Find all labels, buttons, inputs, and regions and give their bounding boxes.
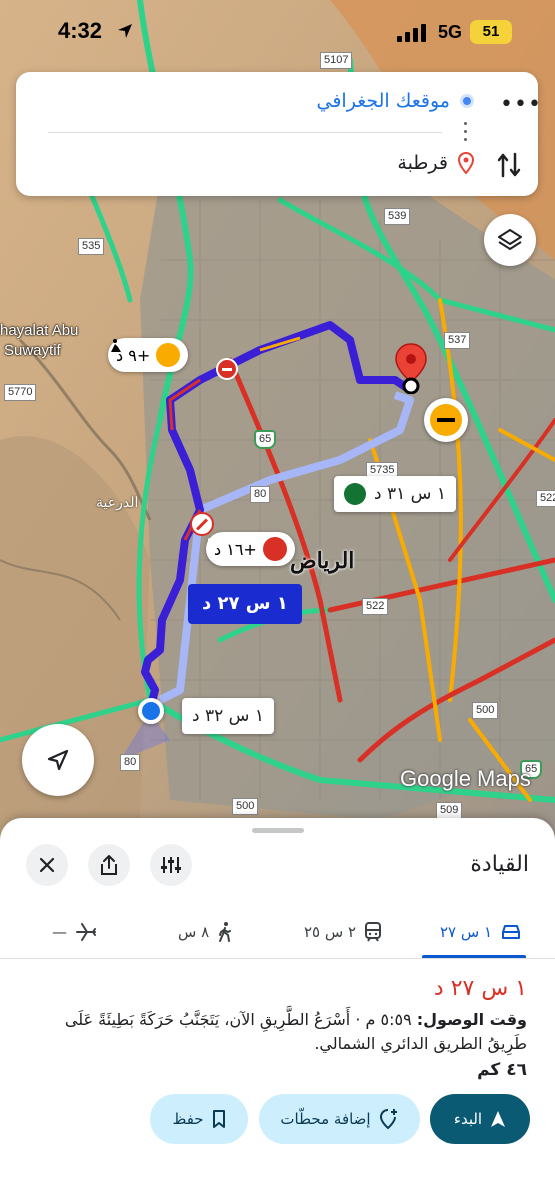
layers-button[interactable]	[484, 214, 536, 266]
origin-row[interactable]: موقعك الجغرافي	[317, 90, 474, 112]
share-button[interactable]	[88, 844, 130, 886]
close-button[interactable]	[26, 844, 68, 886]
start-label: البدء	[453, 1110, 483, 1128]
current-location-icon	[138, 698, 164, 724]
add-stops-label: إضافة محطّات	[280, 1110, 371, 1128]
layers-icon	[498, 229, 522, 250]
road-closed-icon[interactable]	[190, 512, 214, 536]
road-shield: 522	[536, 490, 555, 507]
recenter-button[interactable]	[22, 724, 94, 796]
start-button[interactable]: البدء	[430, 1094, 530, 1144]
location-services-icon	[116, 22, 134, 44]
network-type: 5G	[438, 22, 463, 42]
destination-row[interactable]: قرطبة	[397, 152, 474, 174]
eco-leaf-icon	[336, 478, 366, 505]
road-shield: 509	[436, 802, 463, 819]
cellular-signal-icon	[397, 24, 427, 46]
roadworks-incident[interactable]: +٩ د	[108, 338, 189, 372]
origin-field[interactable]: موقعك الجغرافي	[317, 90, 450, 112]
destination-pin-icon	[458, 152, 474, 174]
tune-icon	[161, 857, 181, 873]
driving-duration: ١ س ٢٧	[440, 923, 493, 941]
status-time: 4:32	[58, 18, 103, 43]
field-divider	[48, 132, 442, 133]
airplane-icon	[76, 923, 96, 941]
road-closed-icon[interactable]	[216, 358, 238, 380]
tabs-divider	[0, 958, 555, 959]
tab-transit[interactable]: ٢ س ٢٥	[304, 906, 382, 958]
route-alt-2-bubble[interactable]: ١ س ٣٢ د	[182, 698, 274, 734]
road-shield: 5770	[4, 384, 37, 401]
arrival-label: وقت الوصول:	[416, 1010, 527, 1029]
tab-driving[interactable]: ١ س ٢٧	[440, 906, 522, 958]
road-shield: 522	[362, 598, 389, 615]
roadworks-icon	[111, 339, 181, 367]
road-shield: 80	[250, 486, 271, 503]
road-shield: 80	[120, 754, 141, 771]
place-label-line1: hayalat Abu	[0, 322, 79, 339]
road-shield: 65	[254, 430, 277, 449]
route-description: وقت الوصول: ٥:٥٩ م · أَسْرَعُ الطَّرِيقِ…	[27, 1008, 527, 1056]
walking-duration: ٨ س	[178, 923, 210, 941]
road-closed-marker-icon[interactable]	[424, 398, 468, 442]
travel-mode-tabs: ١ س ٢٧ ٢ س ٢٥ ٨ س —	[0, 906, 555, 959]
crash-incident[interactable]: +١٦ د	[206, 532, 295, 566]
crash-icon	[208, 537, 287, 561]
flight-duration: —	[52, 923, 67, 941]
destination-field[interactable]: قرطبة	[397, 152, 448, 174]
road-shield: 500	[232, 798, 259, 815]
battery-level: 51	[470, 20, 512, 44]
directions-sheet: القيادة ١ س ٢٧ ٢ س ٢٥ ٨ س — ١ س ٢٧ د وقت…	[0, 818, 555, 1200]
navigation-arrow-icon	[491, 1111, 506, 1127]
tab-flight[interactable]: —	[52, 906, 97, 958]
route-alt-1-label: ١ س ٣١ د	[374, 484, 446, 504]
route-dots-icon	[464, 122, 468, 144]
road-shield: 535	[78, 238, 105, 255]
save-label: حفظ	[172, 1110, 204, 1128]
car-icon	[502, 925, 521, 939]
tab-walking[interactable]: ٨ س	[178, 906, 233, 958]
route-options-button[interactable]	[150, 844, 192, 886]
origin-dot-icon	[460, 94, 474, 108]
route-distance: ٤٦ كم	[477, 1060, 527, 1080]
road-shield: 539	[384, 208, 411, 225]
share-icon	[101, 855, 117, 875]
directions-card: ••• موقعك الجغرافي قرطبة	[16, 72, 541, 196]
city-label: الرياض	[290, 548, 355, 573]
close-icon	[39, 857, 55, 873]
navigation-arrow-icon	[47, 749, 69, 771]
road-shield: 537	[444, 332, 471, 349]
route-selected-bubble[interactable]: ١ س ٢٧ د	[188, 584, 302, 624]
place-label-line2: Suwaytif	[4, 342, 61, 359]
road-shield: 500	[472, 702, 499, 719]
add-location-icon	[379, 1109, 397, 1130]
action-buttons: البدء إضافة محطّات حفظ	[0, 1094, 555, 1146]
add-stops-button[interactable]: إضافة محطّات	[259, 1094, 420, 1144]
status-bar: 4:32 5G 51	[0, 0, 555, 64]
sheet-drag-handle[interactable]	[252, 828, 304, 833]
save-button[interactable]: حفظ	[150, 1094, 248, 1144]
more-options-icon[interactable]: •••	[500, 92, 542, 117]
map-watermark: Google Maps	[400, 766, 531, 791]
transit-duration: ٢ س ٢٥	[304, 923, 357, 941]
train-icon	[365, 922, 382, 942]
district-label: الدرعية	[96, 494, 139, 510]
swap-icon[interactable]	[496, 150, 522, 184]
bookmark-icon	[212, 1110, 225, 1128]
route-alt-1-bubble[interactable]: ١ س ٣١ د	[334, 476, 456, 512]
sheet-title: القيادة	[470, 852, 529, 877]
walking-icon	[219, 922, 232, 942]
route-duration: ١ س ٢٧ د	[433, 976, 527, 1001]
